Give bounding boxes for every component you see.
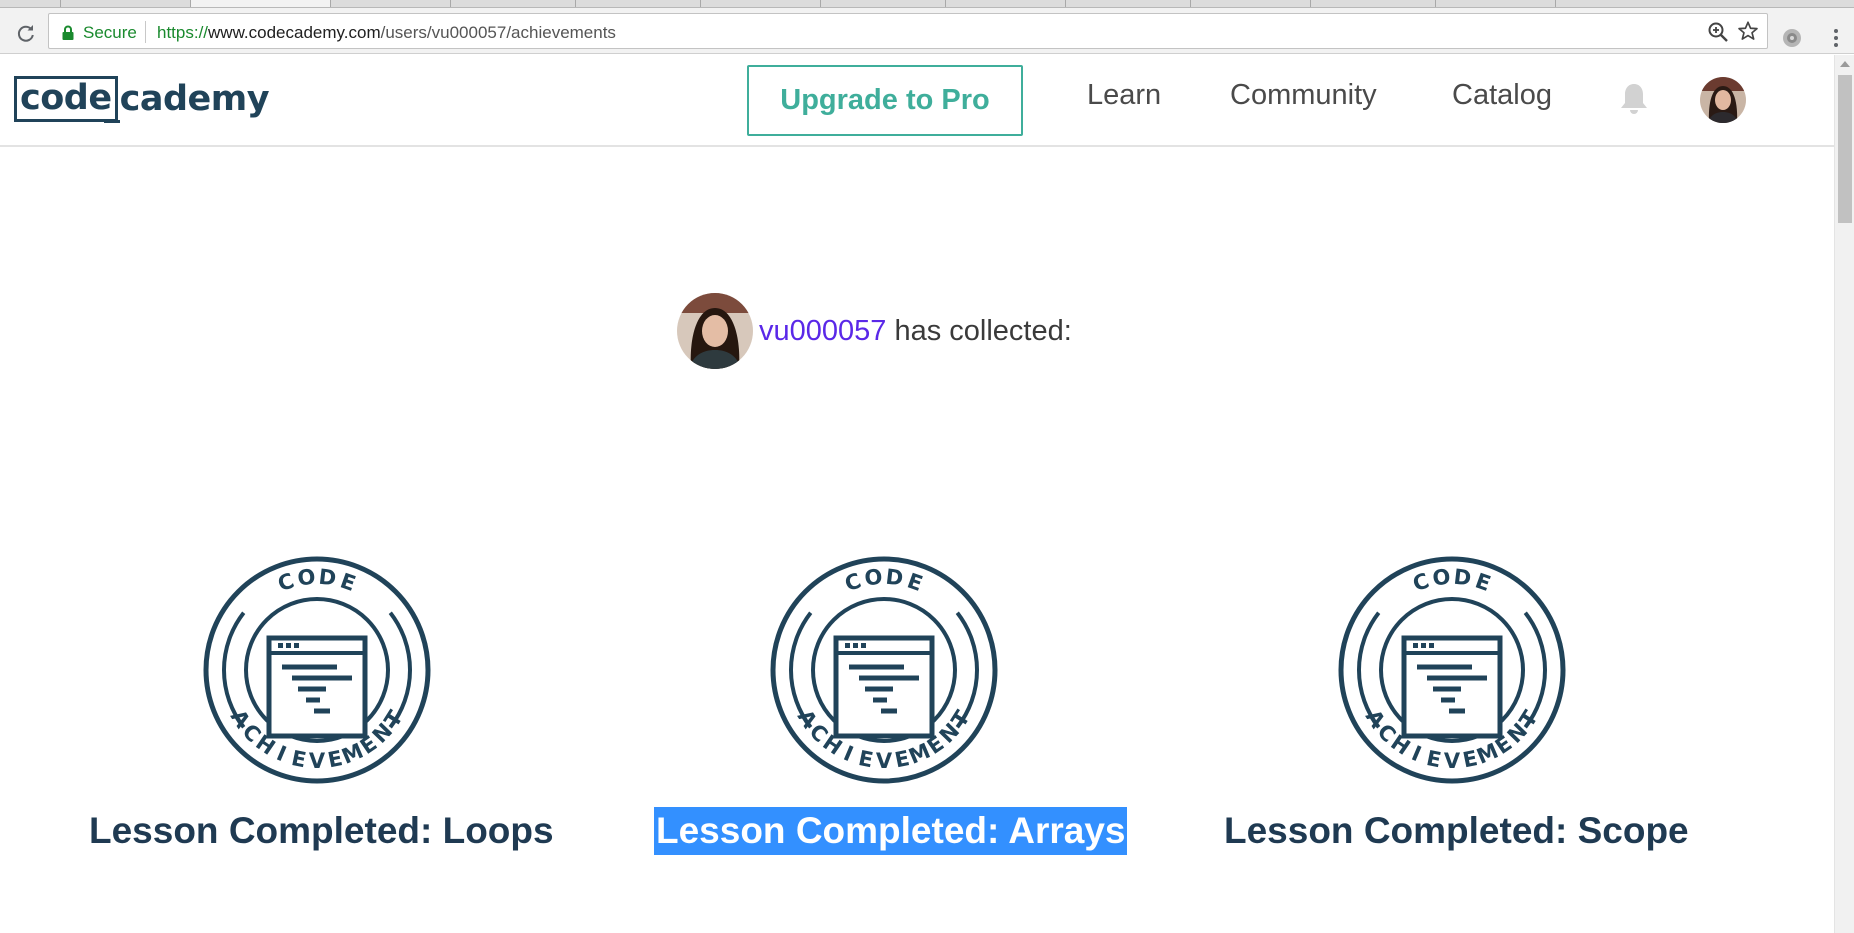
url-text[interactable]: https://www.codecademy.com/users/vu00005… (157, 23, 616, 43)
code-achievement-badge-icon: C O D EACHI E V EMENT (203, 556, 431, 784)
nav-community-link[interactable]: Community (1230, 79, 1377, 112)
badge-code-letter: D (318, 565, 338, 591)
badge-code-letter: O (1431, 565, 1451, 591)
scroll-thumb[interactable] (1838, 75, 1852, 223)
browser-tab (1555, 0, 1556, 7)
codecademy-logo[interactable]: code cademy (14, 75, 270, 123)
browser-tab[interactable] (945, 0, 1065, 7)
browser-tab[interactable] (330, 0, 450, 7)
reload-button[interactable] (12, 19, 40, 47)
browser-tab[interactable] (1065, 0, 1190, 7)
browser-tab[interactable] (575, 0, 700, 7)
nav-catalog-link[interactable]: Catalog (1452, 79, 1552, 112)
extension-icon[interactable] (1781, 27, 1803, 49)
browser-tab[interactable] (1190, 0, 1310, 7)
page-content: code cademy Upgrade to Pro Learn Communit… (0, 55, 1834, 933)
browser-tab[interactable] (1310, 0, 1435, 7)
badge-window-dot (278, 643, 283, 648)
browser-tab[interactable] (60, 0, 190, 7)
browser-tab[interactable] (700, 0, 820, 7)
url-path: /users/vu000057/achievements (380, 23, 616, 42)
zoom-icon[interactable] (1707, 21, 1729, 43)
browser-tabstrip (0, 0, 1854, 8)
reload-icon (17, 25, 34, 42)
logo-rest-text: cademy (103, 79, 270, 123)
badge-window-dot (1429, 643, 1434, 648)
badge-achievement-letter: V (876, 749, 893, 773)
profile-avatar[interactable] (677, 293, 753, 369)
badge-achievement-letter: V (1444, 749, 1461, 773)
badge-code-letter: O (296, 565, 316, 591)
browser-tab[interactable] (450, 0, 575, 7)
site-header: code cademy Upgrade to Pro Learn Communit… (0, 55, 1834, 147)
upgrade-to-pro-button[interactable]: Upgrade to Pro (747, 65, 1023, 136)
user-avatar-menu[interactable] (1700, 77, 1746, 123)
browser-tab[interactable] (820, 0, 945, 7)
browser-toolbar: Secure https://www.codecademy.com/users/… (0, 8, 1854, 54)
badge-window-dot (1421, 643, 1426, 648)
badge-code-letter: D (885, 565, 905, 591)
browser-tab-active[interactable] (190, 0, 330, 7)
code-achievement-badge-icon: C O D EACHI E V EMENT (770, 556, 998, 784)
address-bar[interactable]: Secure https://www.codecademy.com/users/… (48, 13, 1768, 49)
badge-window-dot (1413, 643, 1418, 648)
secure-label: Secure (83, 23, 137, 42)
code-achievement-badge-icon: C O D EACHI E V EMENT (1338, 556, 1566, 784)
page-scrollbar[interactable] (1834, 55, 1854, 933)
menu-icon[interactable] (1824, 26, 1848, 50)
lock-icon (62, 25, 74, 40)
badge-achievement-letter: V (309, 749, 326, 773)
url-host: www.codecademy.com (208, 23, 381, 42)
avatar-image (1700, 77, 1746, 123)
badge-window-dot (294, 643, 299, 648)
achievement-title: Lesson Completed: Loops (89, 810, 554, 851)
badge-window-dot (286, 643, 291, 648)
logo-boxed-text: code (14, 76, 118, 122)
username-link[interactable]: vu000057 (759, 315, 886, 347)
collected-label: has collected: (886, 314, 1072, 347)
browser-tab[interactable] (1435, 0, 1555, 7)
badge-window-dot (861, 643, 866, 648)
bell-icon[interactable] (1619, 81, 1649, 117)
omnibox-divider (145, 21, 146, 43)
badge-window-dot (853, 643, 858, 648)
url-scheme: https:// (157, 23, 209, 42)
star-icon[interactable] (1737, 20, 1759, 42)
badge-code-letter: D (1453, 565, 1473, 591)
achievement-title: Lesson Completed: Scope (1224, 810, 1689, 851)
nav-learn-link[interactable]: Learn (1087, 79, 1161, 112)
achievement-card[interactable]: CODEACHIEVEMENT Lesson Completed: Scope (1222, 555, 1689, 855)
achievement-card[interactable]: CODEACHIEVEMENT Lesson Completed: Arrays (654, 555, 1128, 855)
scroll-up-arrow-icon[interactable] (1840, 61, 1850, 67)
badge-code-letter: O (863, 565, 883, 591)
collector-text: vu000057 has collected: (759, 315, 1072, 348)
badge-window-dot (845, 643, 850, 648)
profile-avatar-image (677, 293, 753, 369)
collector-heading: vu000057 has collected: (677, 292, 1072, 370)
achievement-card[interactable]: CODEACHIEVEMENT Lesson Completed: Loops (87, 555, 554, 855)
achievement-title-selected: Lesson Completed: Arrays (654, 807, 1128, 855)
